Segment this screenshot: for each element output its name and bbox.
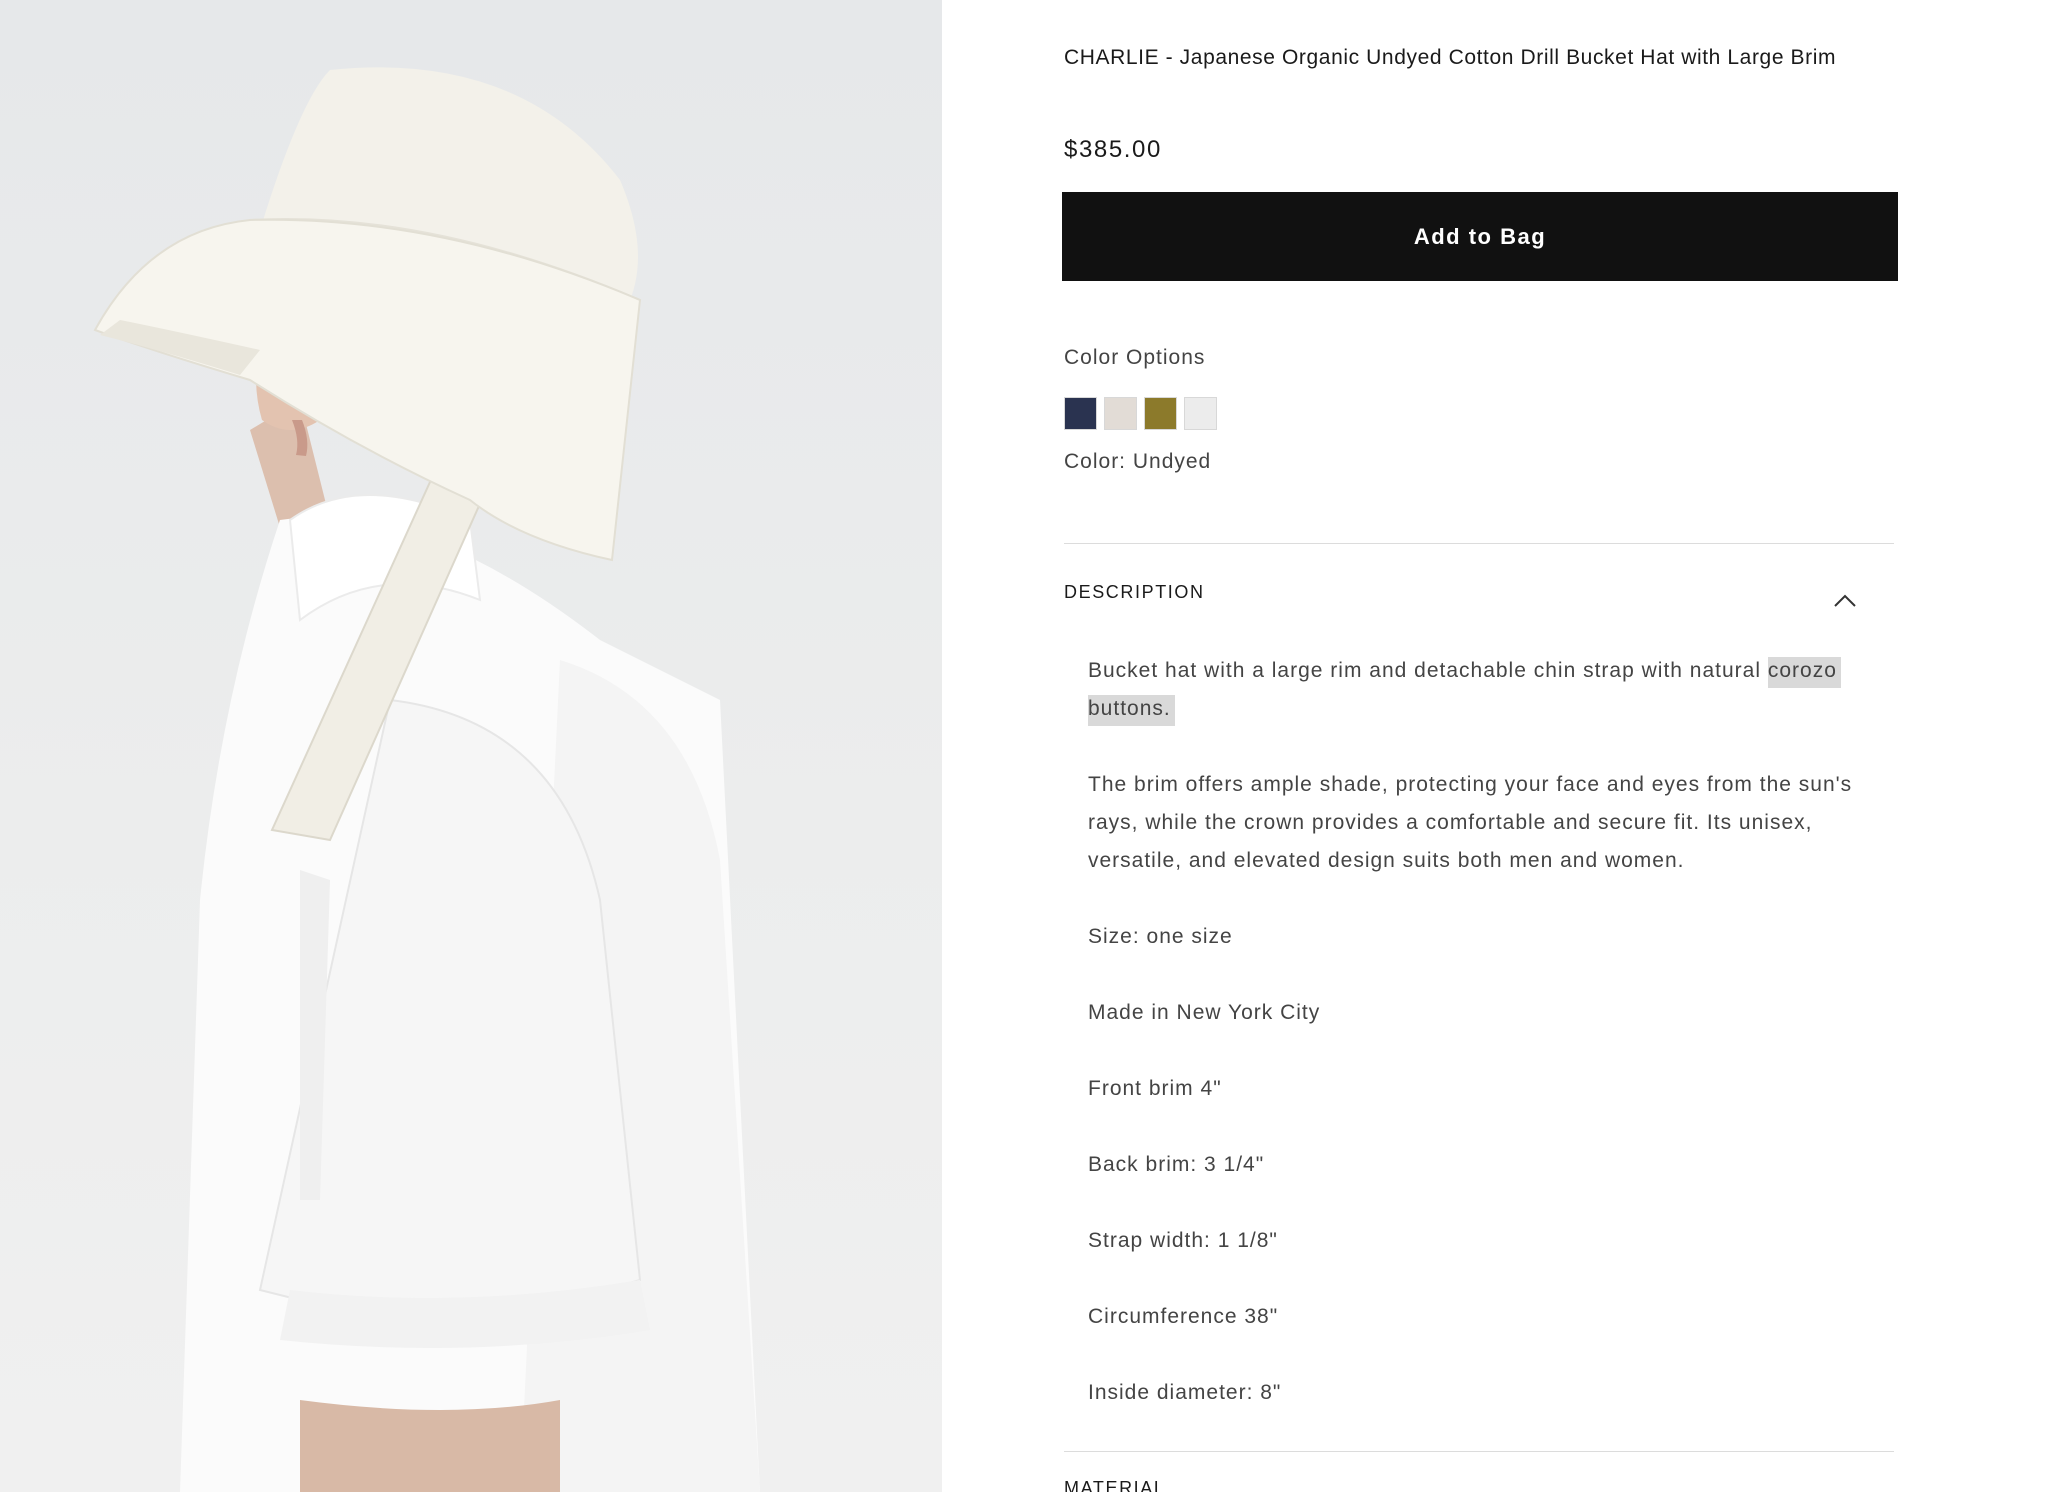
product-details: CHARLIE - Japanese Organic Undyed Cotton… (1062, 0, 1898, 1492)
spec-back-brim: Back brim: 3 1/4" (1088, 1153, 1265, 1176)
material-heading[interactable]: MATERIAL (1064, 1478, 1165, 1492)
spec-front-brim: Front brim 4" (1088, 1077, 1222, 1100)
product-page: CHARLIE - Japanese Organic Undyed Cotton… (0, 0, 2048, 1492)
product-title: CHARLIE - Japanese Organic Undyed Cotton… (1064, 46, 1837, 69)
color-swatch-olive[interactable] (1144, 397, 1177, 430)
highlighted-text: corozo (1767, 657, 1841, 688)
product-photo-illustration (93, 67, 760, 1492)
chevron-up-icon[interactable] (1832, 588, 1858, 614)
color-swatches (1064, 397, 1217, 430)
spec-size: Size: one size (1088, 925, 1233, 948)
description-paragraph: The brim offers ample shade, protecting … (1088, 773, 1853, 872)
divider (1064, 1451, 1894, 1452)
description-body: Bucket hat with a large rim and detachab… (1088, 652, 1878, 1450)
add-to-bag-button[interactable]: Add to Bag (1062, 192, 1898, 281)
spec-strap-width: Strap width: 1 1/8" (1088, 1229, 1278, 1252)
spec-circumference: Circumference 38" (1088, 1305, 1279, 1328)
selected-color-label: Color: Undyed (1064, 450, 1212, 473)
spec-inside-diameter: Inside diameter: 8" (1088, 1381, 1282, 1404)
color-options-label: Color Options (1064, 346, 1206, 369)
description-text: Bucket hat with a large rim and detachab… (1088, 659, 1768, 682)
spec-origin: Made in New York City (1088, 1001, 1321, 1024)
product-image[interactable] (0, 0, 942, 1492)
highlighted-text: buttons. (1088, 695, 1175, 726)
divider (1064, 543, 1894, 544)
color-swatch-navy[interactable] (1064, 397, 1097, 430)
color-swatch-oatmeal[interactable] (1104, 397, 1137, 430)
color-swatch-undyed[interactable] (1184, 397, 1217, 430)
description-paragraph: Bucket hat with a large rim and detachab… (1088, 652, 1878, 728)
product-price: $385.00 (1064, 136, 1162, 163)
description-heading[interactable]: DESCRIPTION (1064, 582, 1205, 603)
